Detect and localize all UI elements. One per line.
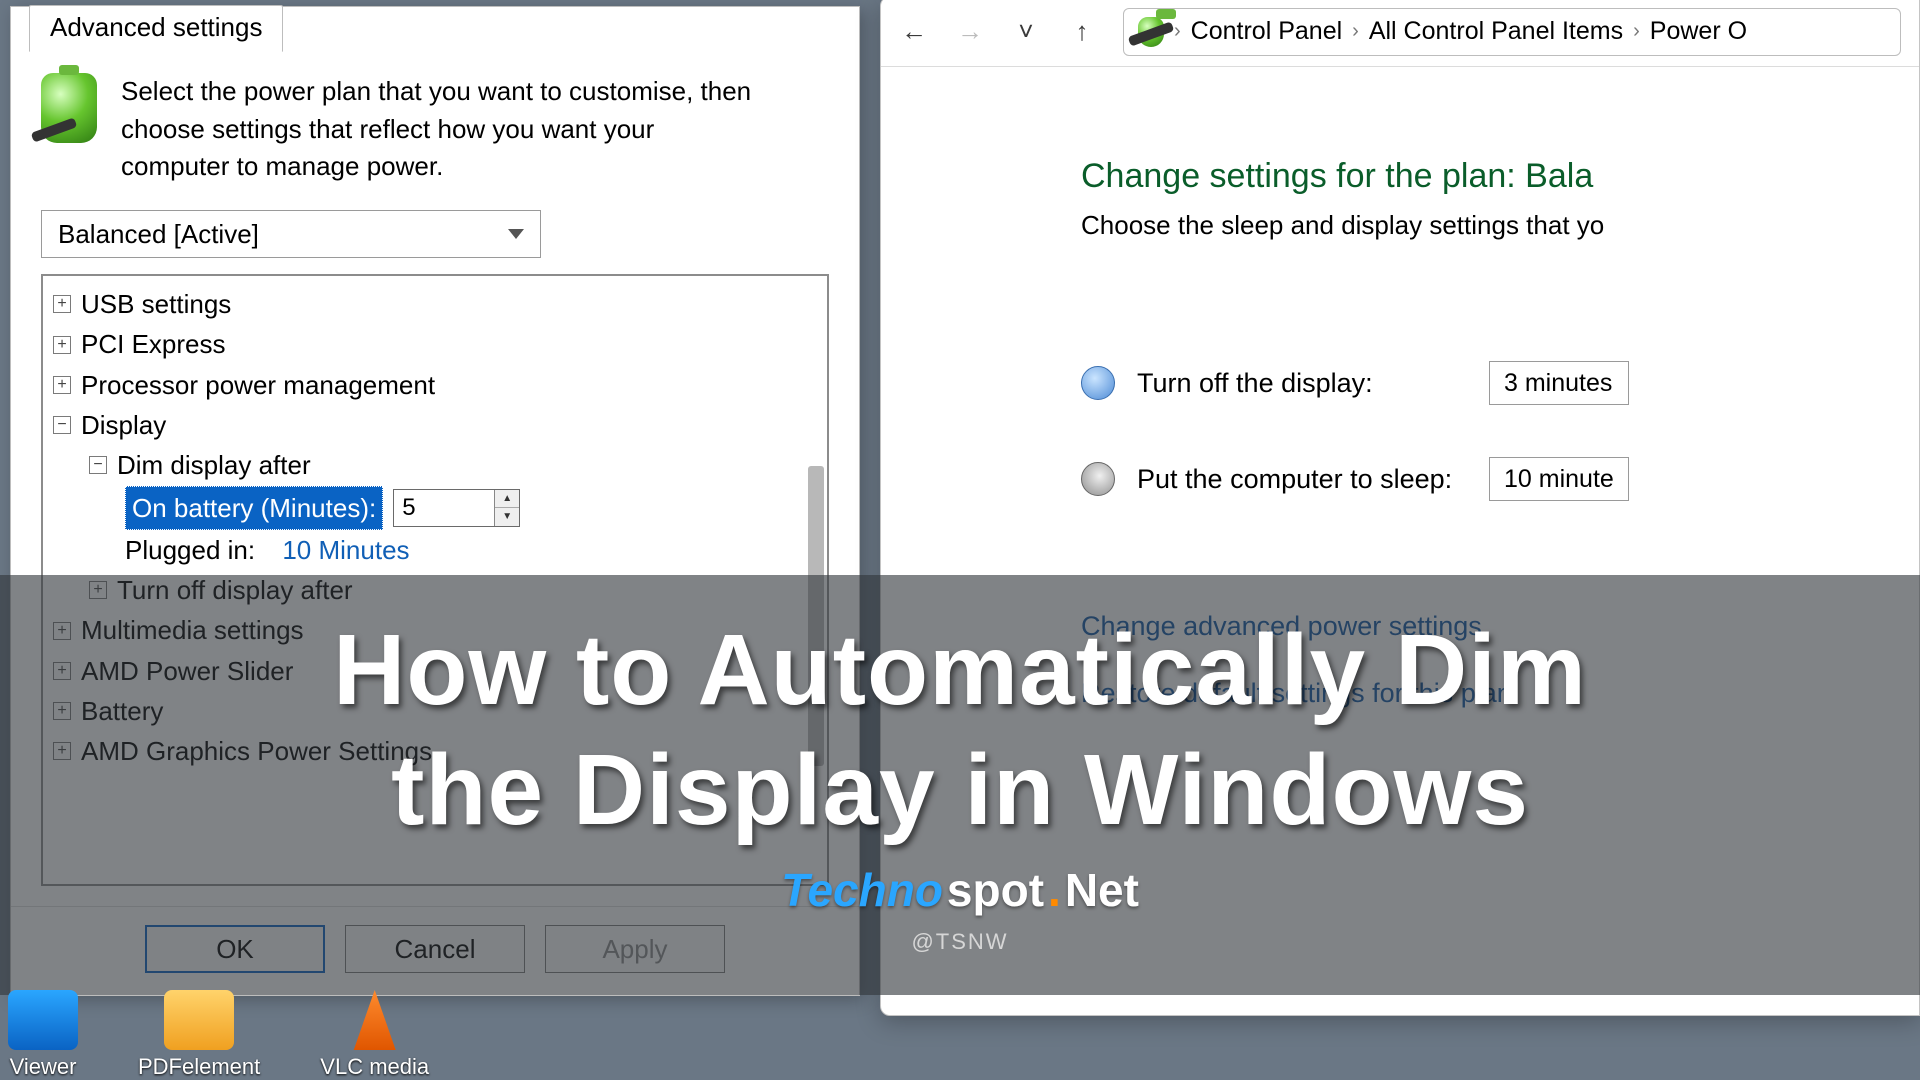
monitor-icon [1081,366,1115,400]
shortcut-label: PDFelement [138,1054,260,1080]
app-icon [8,990,78,1050]
tree-item-processor[interactable]: +Processor power management [53,365,819,405]
breadcrumb[interactable]: Power O [1650,17,1747,46]
tree-item-display[interactable]: −Display [53,405,819,445]
shortcut-label: Viewer [10,1054,77,1080]
overlay-line-1: How to Automatically Dim [333,615,1587,725]
brand-logo: Techno spot . Net [781,863,1139,917]
turn-off-display-dropdown[interactable]: 3 minutes [1489,361,1629,405]
vlc-icon [340,990,410,1050]
expand-icon[interactable]: + [53,295,71,313]
intro-text: Select the power plan that you want to c… [121,73,761,186]
intro-row: Select the power plan that you want to c… [41,73,829,186]
brand-part: Techno [781,863,943,917]
desktop-icons: Viewer PDFelement VLC media [0,990,429,1080]
on-battery-spinbox[interactable]: ▲ ▼ [393,489,520,527]
title-overlay: How to Automatically Dim the Display in … [0,575,1920,995]
chevron-right-icon: › [1174,20,1181,43]
page-title: Change settings for the plan: Bala [1081,157,1919,196]
spin-buttons: ▲ ▼ [494,490,519,526]
plugged-in-label: Plugged in: [125,530,255,570]
expand-icon[interactable]: + [53,376,71,394]
brand-part: Net [1065,863,1139,917]
plugged-in-value[interactable]: 10 Minutes [282,530,409,570]
brand-part: spot [947,863,1044,917]
row-turn-off-display: Turn off the display: 3 minutes [1081,361,1919,405]
desktop-shortcut[interactable]: PDFelement [138,990,260,1080]
location-bar[interactable]: › Control Panel › All Control Panel Item… [1123,8,1901,56]
tree-item-usb[interactable]: +USB settings [53,284,819,324]
battery-icon [1138,17,1164,47]
chevron-right-icon: › [1633,20,1640,43]
power-plan-value: Balanced [Active] [58,219,259,250]
tree-item-plugged-in[interactable]: Plugged in: 10 Minutes [53,530,819,570]
shortcut-label: VLC media [320,1054,429,1080]
overlay-line-2: the Display in Windows [391,735,1529,845]
up-icon[interactable]: ↑ [1067,17,1097,47]
tab-advanced-settings[interactable]: Advanced settings [29,5,283,52]
row-sleep: Put the computer to sleep: 10 minute [1081,457,1919,501]
sleep-label: Put the computer to sleep: [1137,464,1467,495]
on-battery-input[interactable] [394,490,494,526]
sleep-dropdown[interactable]: 10 minute [1489,457,1629,501]
spin-down-icon[interactable]: ▼ [495,508,519,526]
desktop-shortcut[interactable]: VLC media [320,990,429,1080]
moon-icon [1081,462,1115,496]
chevron-down-icon [508,229,524,239]
brand-handle: @TSNW [911,929,1008,955]
chevron-right-icon: › [1352,20,1359,43]
power-plan-dropdown[interactable]: Balanced [Active] [41,210,541,258]
folder-icon [164,990,234,1050]
turn-off-display-label: Turn off the display: [1137,368,1467,399]
expand-icon[interactable]: + [53,336,71,354]
back-icon[interactable]: ← [899,17,929,47]
forward-icon[interactable]: → [955,17,985,47]
plan-settings-table: Turn off the display: 3 minutes Put the … [1081,361,1919,501]
tree-item-on-battery[interactable]: On battery (Minutes): ▲ ▼ [53,486,819,530]
desktop-shortcut[interactable]: Viewer [8,990,78,1080]
collapse-icon[interactable]: − [53,416,71,434]
chevron-down-icon[interactable]: ˅ [1011,17,1041,47]
tree-item-dim-display[interactable]: −Dim display after [53,445,819,485]
brand-part: . [1048,863,1061,917]
spin-up-icon[interactable]: ▲ [495,490,519,509]
tree-item-pci[interactable]: +PCI Express [53,324,819,364]
collapse-icon[interactable]: − [89,456,107,474]
nav-bar: ← → ˅ ↑ › Control Panel › All Control Pa… [881,0,1919,67]
battery-icon [41,73,97,143]
breadcrumb[interactable]: Control Panel [1191,17,1342,46]
on-battery-label: On battery (Minutes): [125,486,383,530]
breadcrumb[interactable]: All Control Panel Items [1369,17,1623,46]
page-subtitle: Choose the sleep and display settings th… [1081,210,1919,241]
